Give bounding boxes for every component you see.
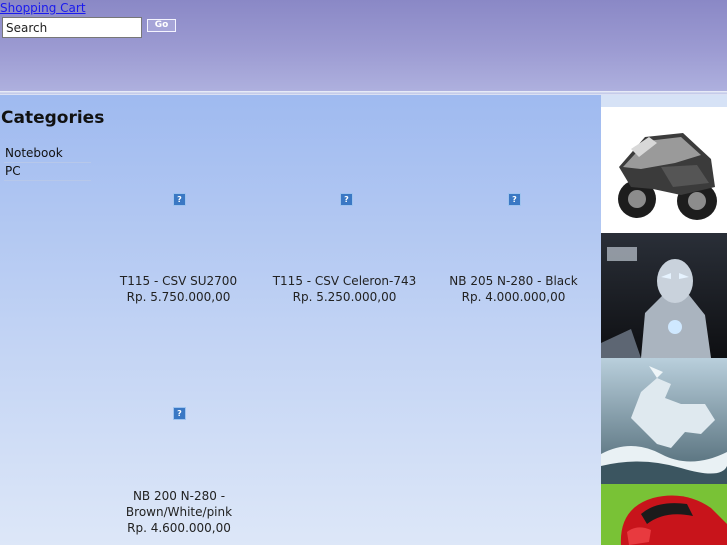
product-name: T115 - CSV Celeron-743 (272, 274, 417, 288)
product-price: Rp. 4.000.000,00 (461, 290, 566, 304)
go-button[interactable]: Go (147, 19, 176, 32)
broken-image-icon[interactable]: ? (173, 193, 186, 206)
category-item-notebook[interactable]: Notebook (4, 145, 91, 163)
broken-image-icon[interactable]: ? (173, 407, 186, 420)
robot-image[interactable] (601, 233, 727, 358)
product-price: Rp. 5.250.000,00 (292, 290, 397, 304)
broken-image-icon[interactable]: ? (340, 193, 353, 206)
horse-image[interactable] (601, 358, 727, 484)
product-name: T115 - CSV SU2700 (119, 274, 238, 288)
product-card[interactable]: T115 - CSV SU2700 Rp. 5.750.000,00 (95, 273, 262, 305)
motorcycle-image[interactable] (601, 107, 727, 233)
car-image[interactable] (601, 484, 727, 545)
category-item-pc[interactable]: PC (4, 163, 91, 181)
categories-title: Categories (1, 108, 105, 128)
search-input[interactable] (2, 17, 142, 38)
product-name: NB 205 N-280 - Black (449, 274, 578, 288)
product-price: Rp. 5.750.000,00 (126, 290, 231, 304)
product-name: NB 200 N-280 - Brown/White/pink (125, 489, 233, 519)
product-card[interactable]: NB 200 N-280 - Brown/White/pink Rp. 4.60… (124, 488, 234, 536)
main-content: Categories Notebook PC ? T115 - CSV SU27… (0, 95, 601, 545)
product-card[interactable]: NB 205 N-280 - Black Rp. 4.000.000,00 (430, 273, 597, 305)
page-header (0, 0, 727, 91)
product-price: Rp. 4.600.000,00 (127, 521, 231, 535)
broken-image-icon[interactable]: ? (508, 193, 521, 206)
shopping-cart-link[interactable]: Shopping Cart (0, 1, 86, 15)
product-card[interactable]: T115 - CSV Celeron-743 Rp. 5.250.000,00 (261, 273, 428, 305)
